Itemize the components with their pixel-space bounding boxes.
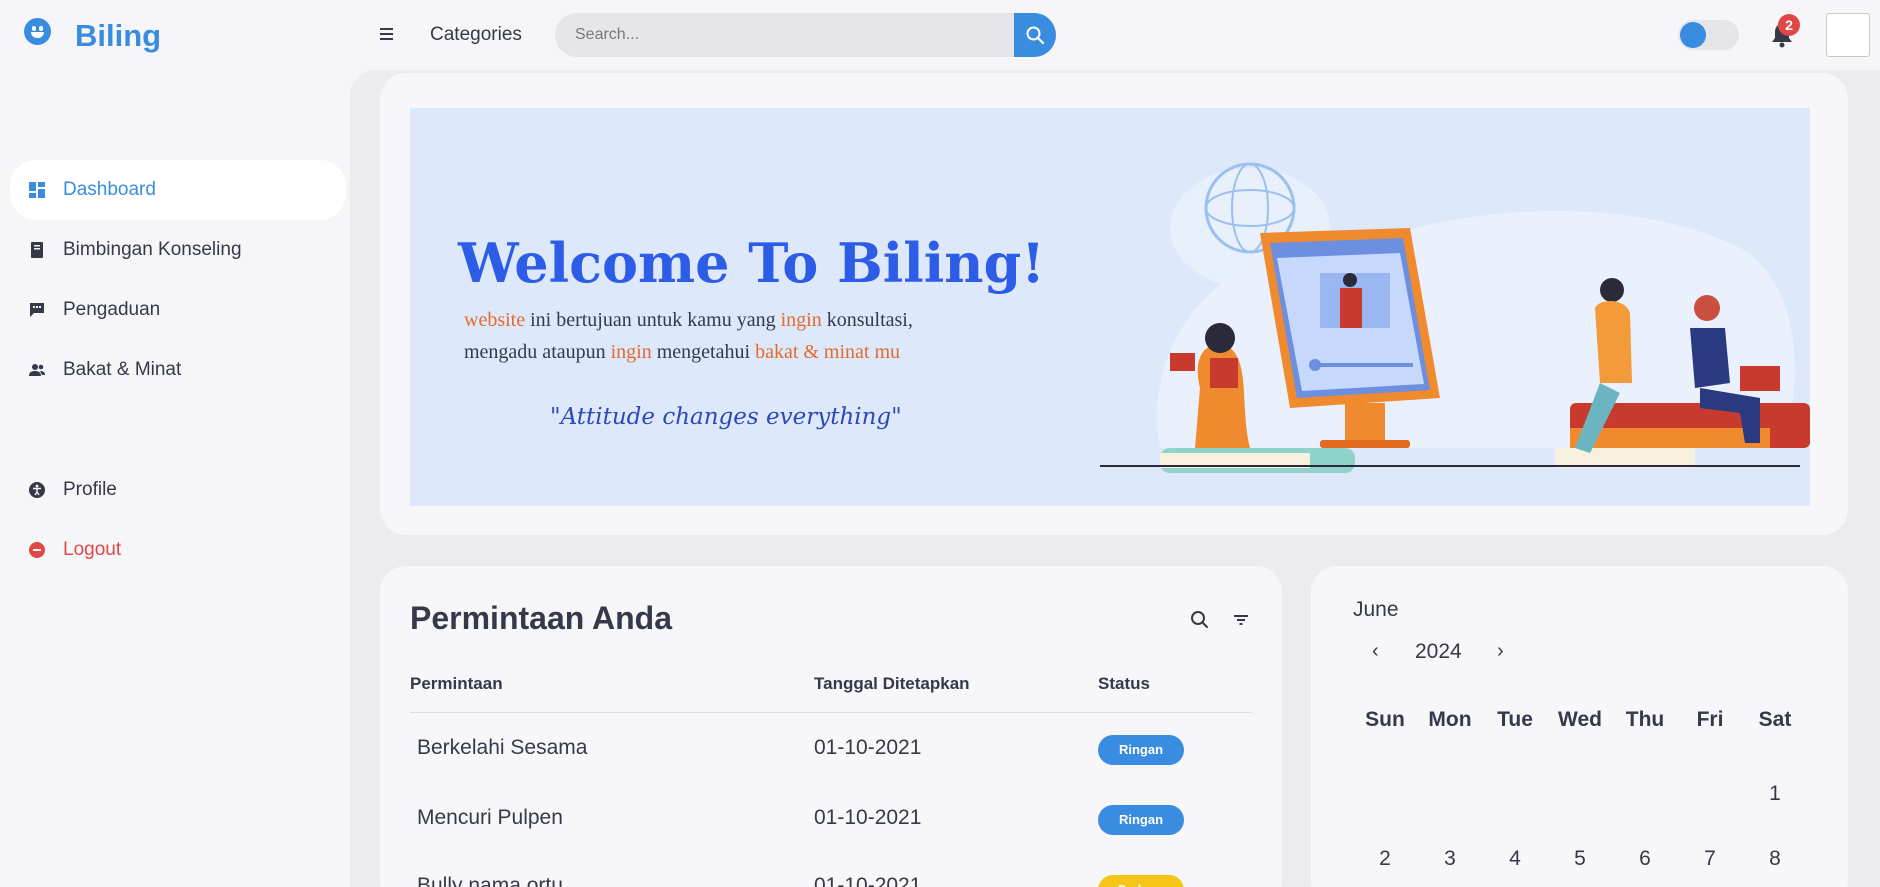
notification-badge: 2 — [1778, 14, 1800, 36]
calendar-day[interactable]: 6 — [1613, 847, 1677, 871]
search-button[interactable] — [1014, 13, 1056, 57]
sidebar-item-label: Dashboard — [63, 179, 156, 200]
description-text: konsultasi, — [826, 309, 913, 331]
calendar-day[interactable]: 7 — [1678, 847, 1742, 871]
request-name: Mencuri Pulpen — [417, 806, 563, 829]
comment-icon — [30, 303, 44, 317]
accessibility-icon — [29, 482, 45, 498]
status-badge: Ringan — [1098, 735, 1184, 765]
calendar-day[interactable]: 5 — [1548, 847, 1612, 871]
sidebar-item-label: Bakat & Minat — [63, 359, 182, 380]
sidebar-item-label: Bimbingan Konseling — [63, 239, 242, 260]
theme-toggle[interactable] — [1678, 20, 1739, 50]
weekday-label: Mon — [1428, 708, 1472, 731]
weekday-label: Sun — [1365, 708, 1405, 731]
app-logo[interactable]: Biling — [24, 18, 161, 53]
dashboard-icon — [29, 182, 45, 198]
calendar-day[interactable]: 3 — [1418, 847, 1482, 871]
avatar[interactable] — [1826, 13, 1870, 57]
sidebar-item-pengaduan[interactable]: Pengaduan — [0, 280, 350, 340]
weekday-label: Fri — [1696, 708, 1724, 731]
filter-icon[interactable] — [1233, 610, 1249, 630]
menu-toggle-icon[interactable] — [380, 25, 398, 45]
weekday-label: Thu — [1625, 708, 1665, 731]
sidebar-item-label: Profile — [63, 479, 117, 500]
column-header[interactable]: Permintaan — [410, 674, 503, 694]
sidebar: Dashboard Bimbingan Konseling Pengaduan … — [0, 70, 350, 887]
status-badge: Sedang — [1098, 875, 1184, 887]
requests-title: Permintaan Anda — [410, 600, 672, 636]
weekday-label: Tue — [1497, 708, 1533, 731]
chevron-right-icon[interactable]: › — [1497, 640, 1504, 663]
welcome-banner: Welcome To Biling! website ini bertujuan… — [410, 108, 1810, 506]
description-text: mengadu ataupun — [464, 341, 606, 363]
description-text: ini bertujuan untuk kamu yang — [530, 309, 776, 331]
search-icon[interactable] — [1190, 610, 1210, 630]
users-icon — [29, 364, 45, 376]
toggle-knob — [1680, 22, 1706, 48]
calendar-day[interactable]: 2 — [1353, 847, 1417, 871]
categories-link[interactable]: Categories — [430, 24, 522, 46]
app-name: Biling — [75, 18, 162, 53]
highlight-text: ingin — [610, 341, 652, 363]
top-bar: Biling Categories 2 — [0, 0, 1880, 70]
request-date: 01-10-2021 — [814, 736, 922, 759]
column-header[interactable]: Tanggal Ditetapkan — [814, 674, 970, 694]
search-icon — [1026, 26, 1045, 45]
request-date: 01-10-2021 — [814, 806, 922, 829]
highlight-text: bakat & minat mu — [755, 341, 901, 363]
book-icon — [31, 242, 43, 258]
sidebar-item-bimbingan-konseling[interactable]: Bimbingan Konseling — [0, 220, 350, 280]
sidebar-item-label: Pengaduan — [63, 299, 161, 320]
table-divider — [410, 712, 1252, 713]
sidebar-item-profile[interactable]: Profile — [0, 460, 350, 520]
highlight-text: ingin — [780, 309, 822, 331]
chevron-left-icon[interactable]: ‹ — [1372, 640, 1379, 663]
smile-icon — [24, 18, 51, 45]
banner-quote: "Attitude changes everything" — [550, 404, 902, 430]
highlight-text: website — [464, 309, 526, 331]
logout-icon — [29, 542, 45, 558]
request-name: Berkelahi Sesama — [417, 736, 588, 759]
sidebar-item-bakat-minat[interactable]: Bakat & Minat — [0, 340, 350, 400]
description-text: mengetahui — [656, 341, 751, 363]
request-name: Bully nama ortu — [417, 874, 563, 887]
search-bar — [555, 13, 1056, 57]
weekday-label: Wed — [1558, 708, 1602, 731]
calendar-day[interactable]: 1 — [1743, 782, 1807, 806]
sidebar-item-logout[interactable]: Logout — [0, 520, 350, 580]
weekday-label: Sat — [1758, 708, 1792, 731]
calendar-month[interactable]: June — [1353, 598, 1399, 622]
search-input[interactable] — [555, 13, 1015, 57]
sidebar-item-label: Logout — [63, 539, 122, 560]
request-date: 01-10-2021 — [814, 874, 922, 887]
calendar-day[interactable]: 8 — [1743, 847, 1807, 871]
sidebar-item-dashboard[interactable]: Dashboard — [10, 160, 346, 220]
banner-illustration — [1100, 162, 1810, 473]
banner-description: website ini bertujuan untuk kamu yang in… — [464, 304, 1024, 368]
banner-title: Welcome To Biling! — [458, 231, 1046, 295]
status-badge: Ringan — [1098, 805, 1184, 835]
calendar-year[interactable]: 2024 — [1415, 640, 1462, 664]
calendar-day[interactable]: 4 — [1483, 847, 1547, 871]
column-header[interactable]: Status — [1098, 674, 1150, 694]
